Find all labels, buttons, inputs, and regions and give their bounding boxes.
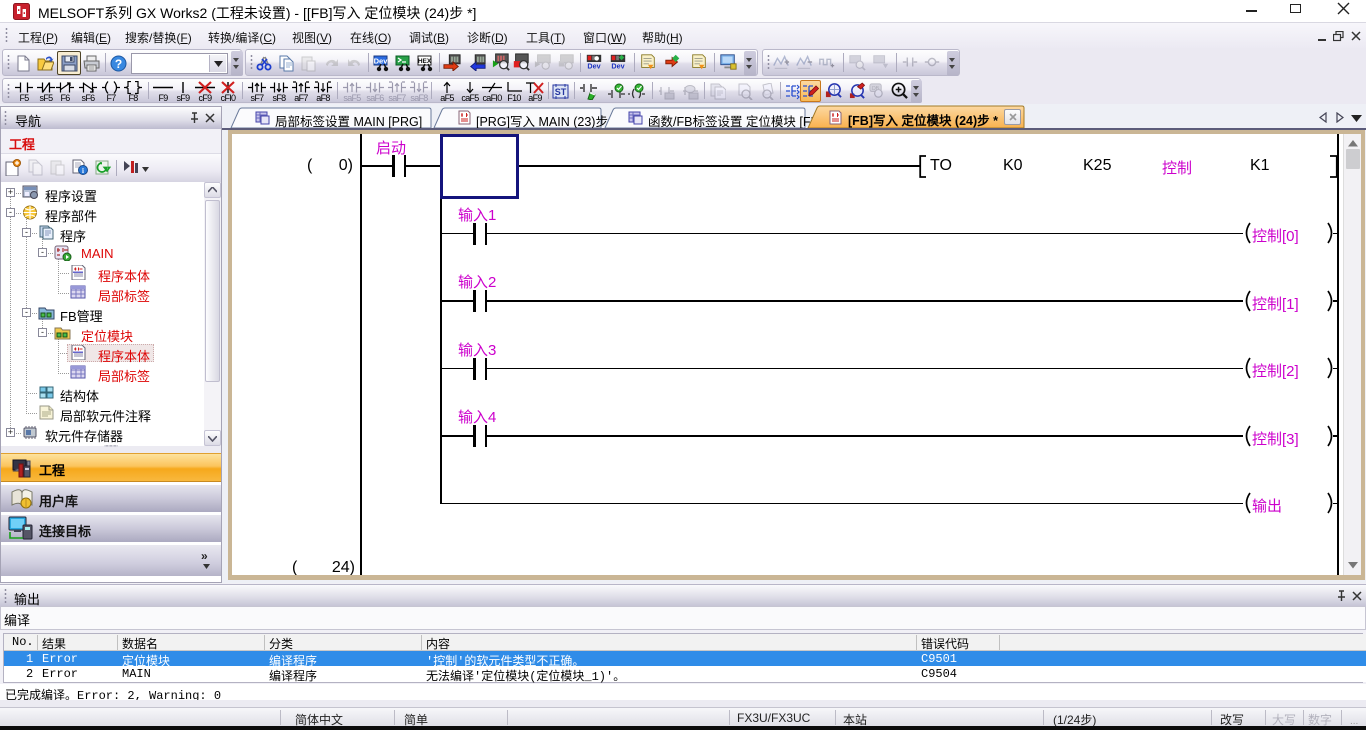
svg-text:Dev: Dev: [587, 61, 600, 70]
svg-text:?: ?: [115, 57, 122, 71]
svg-text:Dev: Dev: [611, 61, 624, 70]
svg-text:ST: ST: [555, 87, 567, 97]
svg-text:i: i: [82, 167, 84, 175]
